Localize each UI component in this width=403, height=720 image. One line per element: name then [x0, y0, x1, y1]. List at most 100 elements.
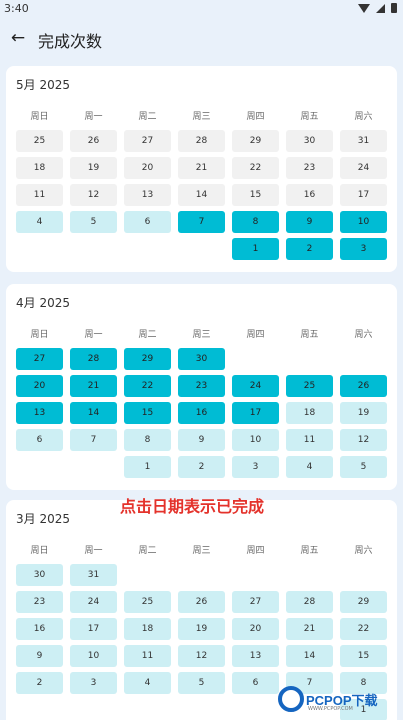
day-cell[interactable]: 25: [124, 591, 171, 613]
day-cell[interactable]: 4: [124, 672, 171, 694]
day-cell[interactable]: 30: [286, 130, 333, 152]
day-cell[interactable]: 20: [124, 157, 171, 179]
day-cell[interactable]: 20: [16, 375, 63, 397]
day-cell[interactable]: 24: [70, 591, 117, 613]
day-cell[interactable]: 21: [70, 375, 117, 397]
day-cell[interactable]: 7: [70, 429, 117, 451]
day-cell[interactable]: 27: [232, 591, 279, 613]
weekday-label: 周五: [300, 546, 319, 556]
day-cell[interactable]: 8: [232, 211, 279, 233]
day-cell[interactable]: 14: [178, 184, 225, 206]
day-cell[interactable]: 30: [178, 348, 225, 370]
day-cell[interactable]: 26: [178, 591, 225, 613]
watermark-subtext: WWW.PCPOP.COM: [308, 706, 353, 712]
day-cell[interactable]: 14: [70, 402, 117, 424]
weekday-label: 周三: [192, 546, 211, 556]
day-cell[interactable]: 18: [124, 618, 171, 640]
day-cell[interactable]: 6: [124, 211, 171, 233]
day-cell[interactable]: 2: [286, 238, 333, 260]
day-cell[interactable]: 30: [16, 564, 63, 586]
day-cell[interactable]: 6: [16, 429, 63, 451]
back-arrow-icon[interactable]: ←: [8, 28, 28, 48]
day-cell[interactable]: 31: [70, 564, 117, 586]
day-cell[interactable]: 6: [232, 672, 279, 694]
day-cell[interactable]: 28: [178, 130, 225, 152]
day-cell[interactable]: 10: [232, 429, 279, 451]
day-cell[interactable]: 31: [340, 130, 387, 152]
day-cell[interactable]: 3: [70, 672, 117, 694]
day-cell[interactable]: 5: [340, 456, 387, 478]
day-cell[interactable]: 2: [16, 672, 63, 694]
day-cell[interactable]: 26: [70, 130, 117, 152]
day-cell[interactable]: 10: [340, 211, 387, 233]
day-cell[interactable]: 4: [286, 456, 333, 478]
day-cell[interactable]: 29: [232, 130, 279, 152]
weekday-label: 周四: [246, 112, 265, 122]
month-title: 5月 2025: [16, 78, 70, 92]
day-cell[interactable]: 13: [16, 402, 63, 424]
day-cell[interactable]: 25: [286, 375, 333, 397]
day-cell[interactable]: 24: [340, 157, 387, 179]
day-cell[interactable]: 9: [16, 645, 63, 667]
weekday-label: 周日: [30, 112, 49, 122]
day-cell[interactable]: 16: [16, 618, 63, 640]
day-cell[interactable]: 15: [124, 402, 171, 424]
day-cell[interactable]: 2: [178, 456, 225, 478]
day-cell[interactable]: 13: [232, 645, 279, 667]
day-cell[interactable]: 17: [340, 184, 387, 206]
day-cell[interactable]: 16: [178, 402, 225, 424]
day-cell[interactable]: 23: [16, 591, 63, 613]
day-cell[interactable]: 8: [124, 429, 171, 451]
day-cell[interactable]: 12: [340, 429, 387, 451]
day-cell[interactable]: 5: [70, 211, 117, 233]
day-cell[interactable]: 18: [286, 402, 333, 424]
status-time: 3:40: [4, 2, 29, 15]
weekday-label: 周五: [300, 112, 319, 122]
day-cell[interactable]: 29: [124, 348, 171, 370]
day-cell[interactable]: 19: [178, 618, 225, 640]
day-cell[interactable]: 20: [232, 618, 279, 640]
day-cell[interactable]: 24: [232, 375, 279, 397]
day-cell[interactable]: 19: [70, 157, 117, 179]
day-cell[interactable]: 9: [286, 211, 333, 233]
day-cell[interactable]: 17: [232, 402, 279, 424]
day-cell[interactable]: 9: [178, 429, 225, 451]
day-cell[interactable]: 7: [178, 211, 225, 233]
day-cell[interactable]: 1: [232, 238, 279, 260]
day-cell[interactable]: 3: [232, 456, 279, 478]
day-cell[interactable]: 16: [286, 184, 333, 206]
day-cell[interactable]: 21: [286, 618, 333, 640]
day-cell[interactable]: 12: [178, 645, 225, 667]
day-cell[interactable]: 15: [232, 184, 279, 206]
day-cell[interactable]: 23: [286, 157, 333, 179]
day-cell[interactable]: 15: [340, 645, 387, 667]
day-cell[interactable]: 22: [340, 618, 387, 640]
day-cell[interactable]: 26: [340, 375, 387, 397]
day-cell[interactable]: 13: [124, 184, 171, 206]
day-cell[interactable]: 1: [124, 456, 171, 478]
day-cell[interactable]: 29: [340, 591, 387, 613]
day-cell[interactable]: 28: [286, 591, 333, 613]
day-cell[interactable]: 11: [124, 645, 171, 667]
day-cell[interactable]: 21: [178, 157, 225, 179]
weekday-label: 周二: [138, 112, 157, 122]
day-cell[interactable]: 27: [16, 348, 63, 370]
day-cell[interactable]: 28: [70, 348, 117, 370]
day-cell[interactable]: 27: [124, 130, 171, 152]
day-cell[interactable]: 10: [70, 645, 117, 667]
day-cell[interactable]: 11: [286, 429, 333, 451]
day-cell[interactable]: 14: [286, 645, 333, 667]
day-cell[interactable]: 23: [178, 375, 225, 397]
day-cell[interactable]: 5: [178, 672, 225, 694]
day-cell[interactable]: 18: [16, 157, 63, 179]
day-cell[interactable]: 22: [232, 157, 279, 179]
day-cell[interactable]: 3: [340, 238, 387, 260]
page-title: 完成次数: [38, 32, 103, 51]
day-cell[interactable]: 11: [16, 184, 63, 206]
day-cell[interactable]: 12: [70, 184, 117, 206]
day-cell[interactable]: 17: [70, 618, 117, 640]
day-cell[interactable]: 19: [340, 402, 387, 424]
day-cell[interactable]: 22: [124, 375, 171, 397]
day-cell[interactable]: 25: [16, 130, 63, 152]
day-cell[interactable]: 4: [16, 211, 63, 233]
